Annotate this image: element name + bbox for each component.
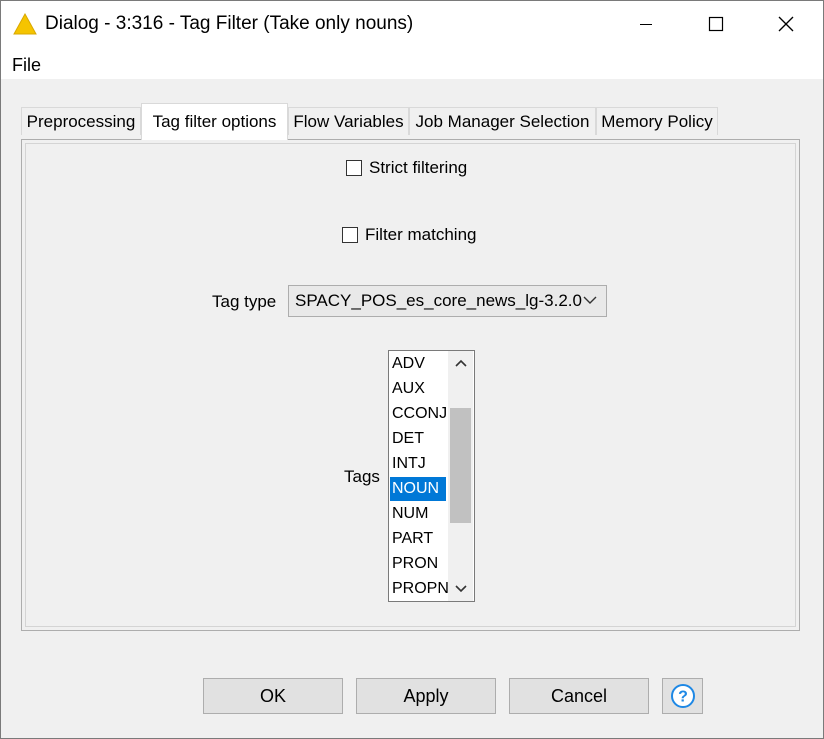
window-title: Dialog - 3:316 - Tag Filter (Take only n… [45, 13, 414, 34]
tab-memory-policy[interactable]: Memory Policy [596, 107, 718, 135]
title-bar[interactable]: Dialog - 3:316 - Tag Filter (Take only n… [1, 1, 823, 47]
tag-type-value: SPACY_POS_es_core_news_lg-3.2.0 [295, 291, 582, 310]
cancel-button[interactable]: Cancel [509, 678, 649, 714]
help-icon: ? [670, 684, 695, 708]
list-item-selected[interactable]: NOUN [390, 477, 446, 501]
menu-file[interactable]: File [12, 55, 41, 76]
maximize-icon [708, 16, 724, 32]
tab-flow-variables[interactable]: Flow Variables [288, 107, 409, 135]
strict-filtering-label: Strict filtering [369, 158, 468, 177]
strict-filtering-checkbox[interactable] [346, 160, 362, 176]
close-button[interactable] [751, 1, 821, 47]
list-item[interactable]: PRON [390, 552, 446, 576]
maximize-button[interactable] [681, 1, 751, 47]
filter-matching-label: Filter matching [365, 225, 477, 244]
list-item[interactable]: CCONJ [390, 402, 447, 426]
tab-job-manager-selection[interactable]: Job Manager Selection [409, 107, 596, 135]
scroll-thumb[interactable] [450, 408, 471, 523]
list-item[interactable]: INTJ [390, 452, 446, 476]
warning-triangle-icon [13, 13, 37, 35]
list-item[interactable]: NUM [390, 502, 446, 526]
list-item[interactable]: DET [390, 427, 446, 451]
close-icon [778, 16, 794, 32]
tag-type-select[interactable]: SPACY_POS_es_core_news_lg-3.2.0 [288, 285, 607, 317]
tab-tag-filter-options[interactable]: Tag filter options [141, 103, 288, 140]
scroll-up-button[interactable] [448, 351, 473, 375]
tags-label: Tags [344, 467, 380, 486]
filter-matching-option[interactable]: Filter matching [342, 225, 476, 245]
tab-preprocessing[interactable]: Preprocessing [21, 107, 141, 135]
list-item[interactable]: ADV [390, 352, 446, 376]
dialog-window: Dialog - 3:316 - Tag Filter (Take only n… [0, 0, 824, 739]
list-item[interactable]: PART [390, 527, 446, 551]
apply-button[interactable]: Apply [356, 678, 496, 714]
tags-scrollbar[interactable] [448, 351, 473, 601]
filter-matching-checkbox[interactable] [342, 227, 358, 243]
chevron-down-icon [583, 296, 597, 304]
scroll-down-button[interactable] [448, 577, 473, 601]
minimize-button[interactable] [611, 1, 681, 47]
list-item[interactable]: PROPN [390, 577, 449, 601]
tag-type-label: Tag type [212, 292, 277, 311]
list-item[interactable]: AUX [390, 377, 446, 401]
svg-text:?: ? [678, 689, 688, 706]
chevron-up-icon [454, 359, 467, 367]
strict-filtering-option[interactable]: Strict filtering [346, 158, 467, 178]
chevron-down-icon [454, 585, 467, 593]
menu-bar: File [1, 47, 823, 79]
help-button[interactable]: ? [662, 678, 703, 714]
ok-button[interactable]: OK [203, 678, 343, 714]
minimize-icon [640, 24, 652, 25]
